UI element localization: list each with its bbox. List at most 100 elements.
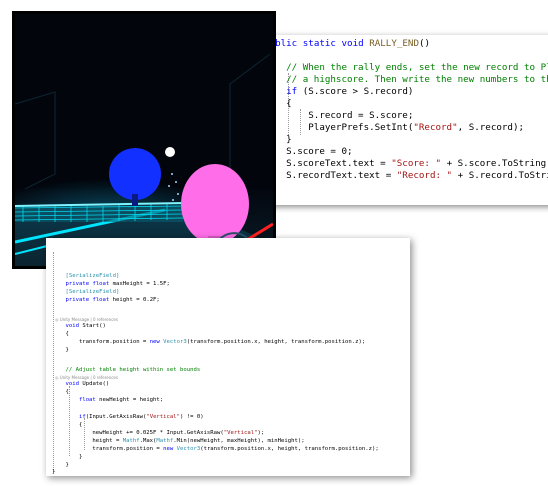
code-line: { bbox=[52, 330, 69, 338]
code-token: // a highscore. Then write the new numbe… bbox=[286, 74, 548, 85]
code-line: S.scoreText.text = "Score: " + S.score.T… bbox=[264, 158, 548, 170]
code-line: S.score = 0; bbox=[264, 146, 353, 158]
code-token: void bbox=[65, 381, 79, 387]
code-token: float bbox=[78, 397, 96, 403]
code-token: void bbox=[65, 323, 79, 329]
code-token: S.record = S.score; bbox=[264, 110, 414, 121]
code-token: Update() bbox=[78, 381, 110, 387]
player-paddle bbox=[181, 164, 249, 244]
code-token: + S.score.ToString(); bbox=[446, 158, 548, 169]
code-token: S.scoreText.text = bbox=[264, 158, 392, 169]
code-token: height = 0.2F; bbox=[109, 297, 160, 303]
code-token: static bbox=[302, 38, 336, 49]
code-line: PlayerPrefs.SetInt("Record", S.record); bbox=[264, 122, 524, 134]
code-token: "Score: " bbox=[391, 158, 442, 169]
code-line: private float height = 0.2F; bbox=[52, 296, 160, 304]
code-token: Start() bbox=[78, 323, 106, 329]
code-token: S.score = 0; bbox=[264, 146, 353, 157]
code-editor-bottom: ◎ Unity Message | 0 references ◎ Unity M… bbox=[46, 238, 410, 476]
code-token: { bbox=[52, 422, 83, 428]
code-line: if (S.score > S.record) bbox=[264, 86, 413, 98]
game-screenshot bbox=[12, 11, 276, 269]
code-token: float bbox=[92, 281, 110, 287]
code-token: if bbox=[78, 414, 86, 420]
code-token: { bbox=[52, 389, 69, 395]
code-token: "Vertical" bbox=[146, 414, 181, 420]
code-token: "Record" bbox=[413, 122, 458, 133]
code-token: "Vertical" bbox=[223, 430, 258, 436]
code-token: Vector3 bbox=[163, 339, 187, 345]
code-line: newHeight += 0.025F * Input.GetAxisRaw("… bbox=[52, 429, 264, 437]
code-token: private bbox=[65, 297, 90, 303]
ball bbox=[165, 147, 175, 157]
code-token: height = bbox=[52, 438, 123, 444]
code-token: float bbox=[92, 297, 110, 303]
code-token: "Record: " bbox=[396, 170, 453, 181]
code-token: Mathf bbox=[156, 438, 174, 444]
code-token: RALLY_END bbox=[369, 38, 419, 49]
code-line: S.recordText.text = "Record: " + S.recor… bbox=[264, 170, 548, 182]
code-token: newHeight += 0.025F * Input.GetAxisRaw( bbox=[52, 430, 224, 436]
code-token: ) != 0) bbox=[180, 414, 204, 420]
code-token: transform.position = bbox=[52, 446, 164, 452]
code-token: .Max( bbox=[139, 438, 157, 444]
code-token: private bbox=[65, 281, 90, 287]
code-line: void Update() bbox=[52, 380, 109, 388]
code-token: transform.position = bbox=[52, 339, 150, 345]
code-token: } bbox=[52, 469, 56, 475]
code-token: new bbox=[149, 339, 160, 345]
code-token: // When the rally ends, set the new reco… bbox=[286, 62, 548, 73]
code-token: S.recordText.text = bbox=[264, 170, 397, 181]
code-line: // a highscore. Then write the new numbe… bbox=[264, 74, 548, 86]
code-token: (transform.position.x, height, transform… bbox=[200, 446, 379, 452]
code-token: Vector3 bbox=[176, 446, 201, 452]
code-token: .Min(newHeight, maxHeight), minHeight); bbox=[173, 438, 305, 444]
code-line: [SerializeField] bbox=[52, 288, 119, 296]
code-token: } bbox=[52, 347, 69, 353]
opponent-paddle bbox=[109, 148, 161, 200]
code-line: [SerializeField] bbox=[52, 272, 119, 280]
vr-table-tennis-scene bbox=[15, 14, 273, 266]
code-token: void bbox=[341, 38, 364, 49]
code-line: // When the rally ends, set the new reco… bbox=[264, 62, 548, 74]
code-token: Mathf bbox=[122, 438, 140, 444]
code-token: , S.record); bbox=[457, 122, 525, 133]
code-line: height = Mathf.Max(Mathf.Min(newHeight, … bbox=[52, 437, 305, 445]
code-token: } bbox=[52, 454, 83, 460]
code-line: public static void RALLY_END() bbox=[264, 38, 430, 50]
code-token: () bbox=[418, 38, 431, 49]
code-line: } bbox=[52, 453, 82, 461]
code-token: { bbox=[52, 331, 69, 337]
code-line: float newHeight = height; bbox=[52, 396, 163, 404]
code-line: if(Input.GetAxisRaw("Vertical") != 0) bbox=[52, 413, 204, 421]
code-line: { bbox=[52, 388, 69, 396]
code-token: // Adjust table height within set bounds bbox=[65, 367, 201, 373]
code-line: } bbox=[52, 468, 55, 476]
code-token: [SerializeField] bbox=[52, 273, 120, 279]
code-token: (Input.GetAxisRaw( bbox=[85, 414, 147, 420]
code-line: transform.position = new Vector3(transfo… bbox=[52, 338, 365, 346]
code-token: (S.score > S.record) bbox=[297, 86, 414, 97]
code-token: [SerializeField] bbox=[52, 289, 120, 295]
code-line: // Adjust table height within set bounds bbox=[52, 366, 200, 374]
code-line: transform.position = new Vector3(transfo… bbox=[52, 445, 379, 453]
code-token: new bbox=[163, 446, 174, 452]
code-token: + S.record.ToString bbox=[457, 170, 548, 181]
code-line: { bbox=[52, 421, 82, 429]
code-token: if bbox=[286, 86, 298, 97]
code-editor-top: public static void RALLY_END(){ // When … bbox=[262, 35, 548, 205]
code-token: PlayerPrefs.SetInt( bbox=[264, 122, 414, 133]
code-line: void Start() bbox=[52, 322, 106, 330]
code-token: (transform.position.x, height, transform… bbox=[186, 339, 366, 345]
code-line: S.record = S.score; bbox=[264, 110, 413, 122]
code-token: ); bbox=[257, 430, 265, 436]
opponent-paddle-handle bbox=[132, 194, 138, 206]
code-line: } bbox=[52, 346, 69, 354]
code-token: newHeight = height; bbox=[95, 397, 164, 403]
